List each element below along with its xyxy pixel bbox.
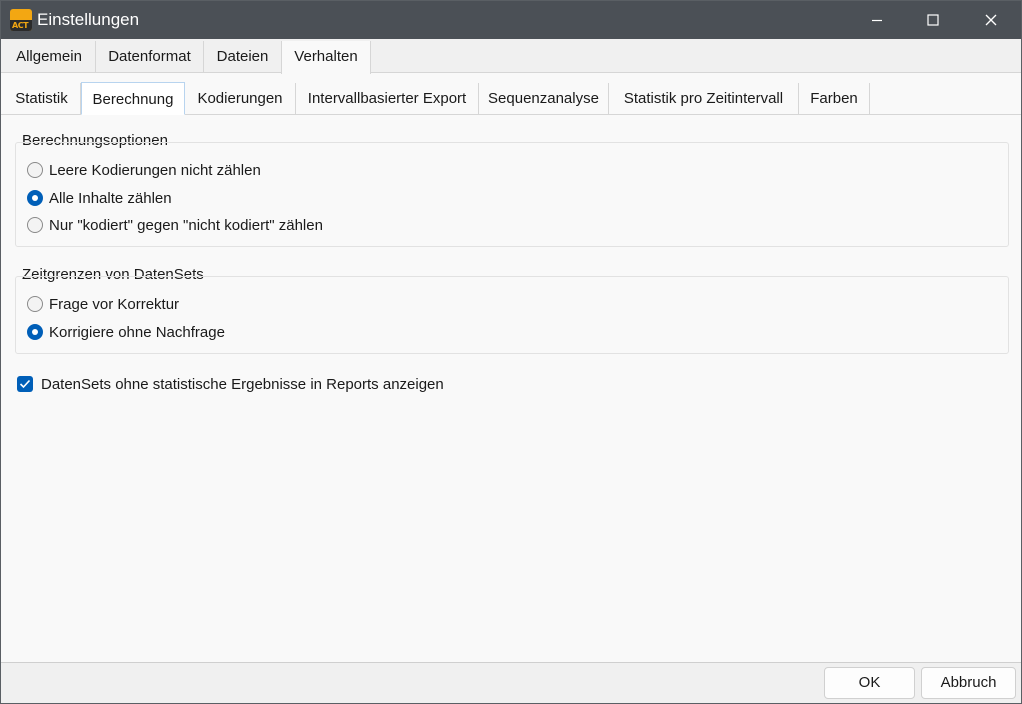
checkmark-icon (19, 379, 31, 389)
subtab-berechnung[interactable]: Berechnung (81, 82, 185, 115)
radio-label: Frage vor Korrektur (49, 295, 180, 313)
radio-nur-kodiert[interactable]: Nur "kodiert" gegen "nicht kodiert" zähl… (27, 214, 323, 236)
subtab-kodierungen[interactable]: Kodierungen (185, 83, 296, 115)
sub-tab-strip: Statistik Berechnung Kodierungen Interva… (1, 82, 1021, 115)
subtab-statistik[interactable]: Statistik (3, 83, 81, 115)
tab-datenformat[interactable]: Datenformat (96, 41, 204, 73)
subtab-sequenzanalyse[interactable]: Sequenzanalyse (479, 83, 609, 115)
checkbox-checked (17, 376, 33, 392)
radio-label: Leere Kodierungen nicht zählen (49, 161, 261, 179)
radio-label: Alle Inhalte zählen (49, 189, 172, 207)
close-icon (985, 14, 997, 26)
checkbox-label: DatenSets ohne statistische Ergebnisse i… (41, 375, 444, 393)
tab-dateien[interactable]: Dateien (204, 41, 282, 73)
radio-korrigiere-ohne-nachfrage[interactable]: Korrigiere ohne Nachfrage (27, 321, 225, 343)
radio-indicator (27, 162, 43, 178)
maximize-button[interactable] (905, 1, 961, 39)
window-title: Einstellungen (37, 10, 140, 29)
close-button[interactable] (963, 1, 1019, 39)
radio-alle-inhalte[interactable]: Alle Inhalte zählen (27, 187, 172, 209)
radio-label: Nur "kodiert" gegen "nicht kodiert" zähl… (49, 216, 323, 234)
subtab-farben[interactable]: Farben (799, 83, 870, 115)
minimize-button[interactable] (849, 1, 905, 39)
radio-indicator (27, 296, 43, 312)
tab-verhalten[interactable]: Verhalten (281, 41, 371, 74)
subtab-intervallbasierter-export[interactable]: Intervallbasierter Export (296, 83, 479, 115)
tab-allgemein[interactable]: Allgemein (3, 41, 96, 73)
cancel-button[interactable]: Abbruch (921, 667, 1016, 699)
main-tab-strip: Allgemein Datenformat Dateien Verhalten (1, 39, 1021, 74)
app-logo-text: ACT (12, 21, 29, 30)
ok-button[interactable]: OK (824, 667, 915, 699)
minimize-icon (872, 19, 882, 22)
radio-indicator-selected (27, 190, 43, 206)
radio-label: Korrigiere ohne Nachfrage (49, 323, 225, 341)
radio-frage-vor-korrektur[interactable]: Frage vor Korrektur (27, 293, 179, 315)
radio-leere-kodierungen[interactable]: Leere Kodierungen nicht zählen (27, 159, 261, 181)
settings-window: ACT Einstellungen Allgemein Datenformat … (0, 0, 1022, 704)
app-logo-icon: ACT (10, 9, 32, 31)
title-bar[interactable]: ACT Einstellungen (1, 1, 1021, 39)
dialog-footer: OK Abbruch (1, 662, 1021, 703)
maximize-icon (927, 14, 939, 26)
radio-indicator (27, 217, 43, 233)
checkbox-show-datasets[interactable]: DatenSets ohne statistische Ergebnisse i… (17, 373, 444, 395)
radio-indicator-selected (27, 324, 43, 340)
subtab-statistik-pro-zeitintervall[interactable]: Statistik pro Zeitintervall (609, 83, 799, 115)
